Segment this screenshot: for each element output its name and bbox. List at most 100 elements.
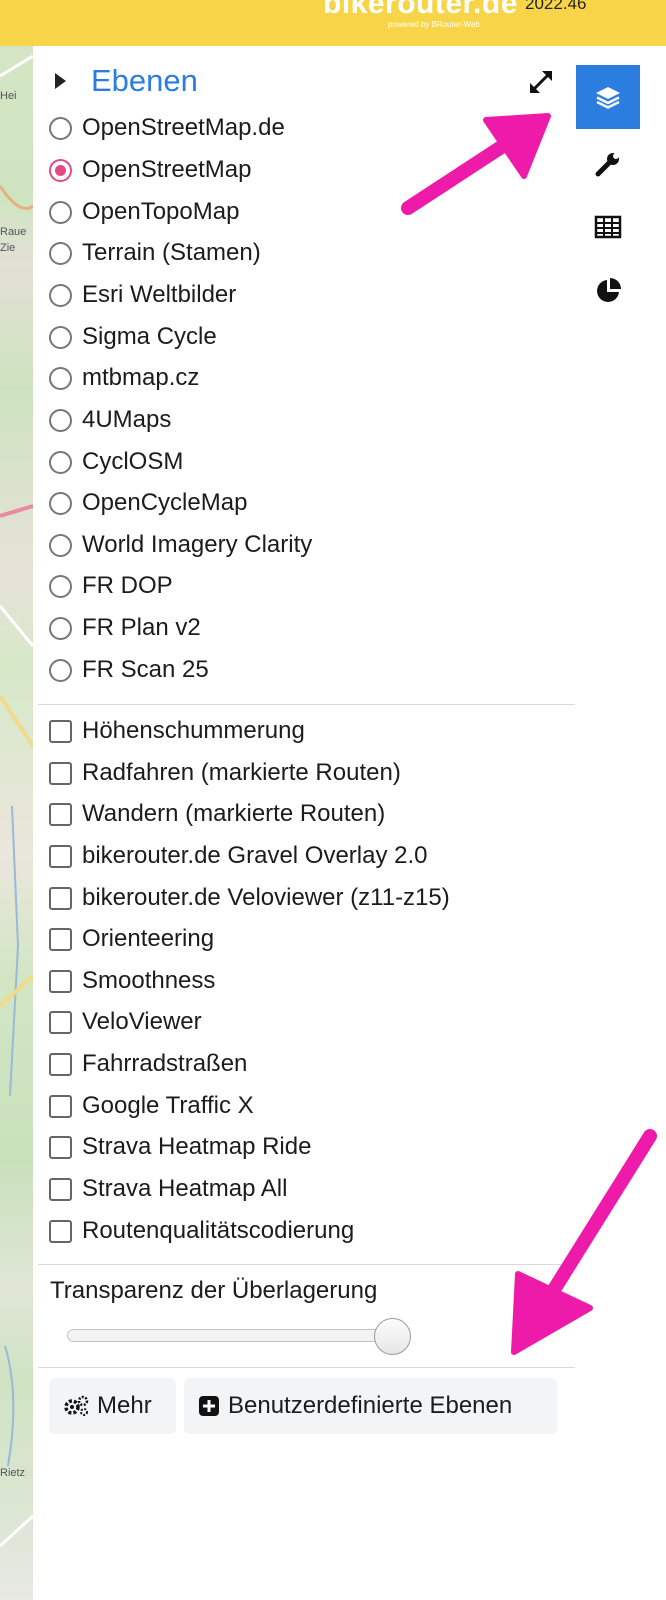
radio-button[interactable] [49, 450, 72, 474]
layers-panel-header[interactable]: Ebenen [55, 62, 198, 100]
base-layer-option[interactable]: OpenCycleMap [49, 484, 247, 522]
checkbox[interactable] [49, 761, 72, 785]
checkbox[interactable] [49, 1135, 72, 1159]
top-header-bar: bikerouter.de powered by BRouter-Web 202… [0, 0, 666, 46]
base-layer-option[interactable]: mtbmap.cz [49, 359, 199, 397]
overlay-option[interactable]: Routenqualitätscodierung [49, 1212, 354, 1250]
checkbox[interactable] [49, 886, 72, 910]
radio-button[interactable] [49, 325, 72, 349]
overlay-label: Höhenschummerung [82, 717, 305, 744]
overlay-option[interactable]: bikerouter.de Veloviewer (z11-z15) [49, 879, 450, 917]
checkbox[interactable] [49, 969, 72, 993]
expand-icon[interactable] [525, 66, 557, 98]
more-button-label: Mehr [97, 1392, 152, 1419]
pie-chart-icon [597, 278, 621, 302]
overlay-label: Strava Heatmap All [82, 1175, 288, 1202]
radio-button[interactable] [49, 200, 72, 224]
base-layer-option[interactable]: OpenStreetMap [49, 151, 251, 189]
base-layer-label: FR Plan v2 [82, 614, 201, 641]
radio-button[interactable] [49, 116, 72, 140]
radio-button-selected[interactable] [49, 158, 72, 182]
map-view[interactable]: Hei Raue Zie Rietz [0, 46, 33, 1600]
transparency-slider-handle[interactable] [374, 1318, 411, 1355]
base-layer-label: Sigma Cycle [82, 323, 217, 350]
checkbox[interactable] [49, 1094, 72, 1118]
more-button[interactable]: Mehr [49, 1378, 176, 1434]
overlay-option[interactable]: Strava Heatmap Ride [49, 1128, 311, 1166]
radio-button[interactable] [49, 241, 72, 265]
base-layer-option[interactable]: OpenTopoMap [49, 193, 239, 231]
radio-button[interactable] [49, 366, 72, 390]
radio-button[interactable] [49, 658, 72, 682]
radio-button[interactable] [49, 491, 72, 515]
transparency-slider-track[interactable] [67, 1329, 397, 1342]
overlay-label: Wandern (markierte Routen) [82, 800, 386, 827]
map-place-label: Zie [0, 242, 16, 254]
base-layer-option[interactable]: FR Plan v2 [49, 609, 201, 647]
annotation-arrow-icon [401, 113, 551, 215]
tab-statistics[interactable] [576, 259, 640, 323]
radio-button[interactable] [49, 408, 72, 432]
checkbox[interactable] [49, 1052, 72, 1076]
caret-right-icon[interactable] [55, 73, 66, 89]
base-layer-option[interactable]: OpenStreetMap.de [49, 109, 285, 147]
checkbox[interactable] [49, 844, 72, 868]
layers-panel-title: Ebenen [91, 63, 198, 98]
overlay-label: Strava Heatmap Ride [82, 1133, 312, 1160]
brand-logo[interactable]: bikerouter.de [323, 0, 518, 22]
base-layer-option[interactable]: World Imagery Clarity [49, 526, 312, 564]
base-layer-option[interactable]: Terrain (Stamen) [49, 234, 261, 272]
version-label: 2022.46 [525, 0, 587, 13]
overlay-option[interactable]: Wandern (markierte Routen) [49, 795, 385, 833]
overlay-option[interactable]: Orienteering [49, 920, 214, 958]
radio-button[interactable] [49, 283, 72, 307]
transparency-label: Transparenz der Überlagerung [50, 1277, 378, 1304]
tab-layers[interactable] [576, 65, 640, 129]
tab-tools[interactable] [576, 132, 640, 196]
checkbox[interactable] [49, 927, 72, 951]
checkbox[interactable] [49, 719, 72, 743]
map-place-label: Hei [0, 90, 17, 102]
table-icon [594, 215, 622, 239]
base-layer-option[interactable]: FR Scan 25 [49, 651, 209, 689]
custom-layers-button[interactable]: Benutzerdefinierte Ebenen [184, 1378, 557, 1434]
overlay-label: Smoothness [82, 967, 216, 994]
overlay-option[interactable]: Google Traffic X [49, 1087, 254, 1125]
radio-button[interactable] [49, 533, 72, 557]
custom-layers-button-label: Benutzerdefinierte Ebenen [228, 1392, 513, 1419]
base-layer-label: FR DOP [82, 572, 173, 599]
base-layer-option[interactable]: CyclOSM [49, 443, 183, 481]
overlay-option[interactable]: bikerouter.de Gravel Overlay 2.0 [49, 837, 428, 875]
annotation-arrow-icon [511, 1129, 657, 1355]
radio-button[interactable] [49, 574, 72, 598]
overlay-option[interactable]: Höhenschummerung [49, 712, 305, 750]
base-layer-label: mtbmap.cz [82, 364, 200, 391]
gears-icon [64, 1395, 89, 1416]
tab-data-table[interactable] [576, 195, 640, 259]
overlay-label: Radfahren (markierte Routen) [82, 759, 401, 786]
overlay-option[interactable]: VeloViewer [49, 1003, 202, 1041]
base-layer-label: 4UMaps [82, 406, 172, 433]
overlay-option[interactable]: Fahrradstraßen [49, 1045, 247, 1083]
divider [38, 1264, 575, 1265]
checkbox[interactable] [49, 1010, 72, 1034]
overlay-option[interactable]: Radfahren (markierte Routen) [49, 754, 401, 792]
map-place-label: Rietz [0, 1467, 26, 1479]
base-layer-label: World Imagery Clarity [82, 531, 313, 558]
overlay-label: bikerouter.de Gravel Overlay 2.0 [82, 842, 428, 869]
overlay-option[interactable]: Strava Heatmap All [49, 1170, 287, 1208]
overlay-label: VeloViewer [82, 1008, 202, 1035]
overlay-label: Fahrradstraßen [82, 1050, 248, 1077]
base-layer-option[interactable]: Esri Weltbilder [49, 276, 236, 314]
overlay-label: bikerouter.de Veloviewer (z11-z15) [82, 884, 450, 911]
base-layer-option[interactable]: Sigma Cycle [49, 318, 217, 356]
checkbox[interactable] [49, 802, 72, 826]
overlay-label: Orienteering [82, 925, 215, 952]
checkbox[interactable] [49, 1219, 72, 1243]
overlay-option[interactable]: Smoothness [49, 962, 215, 1000]
radio-button[interactable] [49, 616, 72, 640]
brand-subtitle: powered by BRouter-Web [388, 20, 480, 29]
base-layer-option[interactable]: 4UMaps [49, 401, 171, 439]
checkbox[interactable] [49, 1177, 72, 1201]
base-layer-option[interactable]: FR DOP [49, 567, 173, 605]
